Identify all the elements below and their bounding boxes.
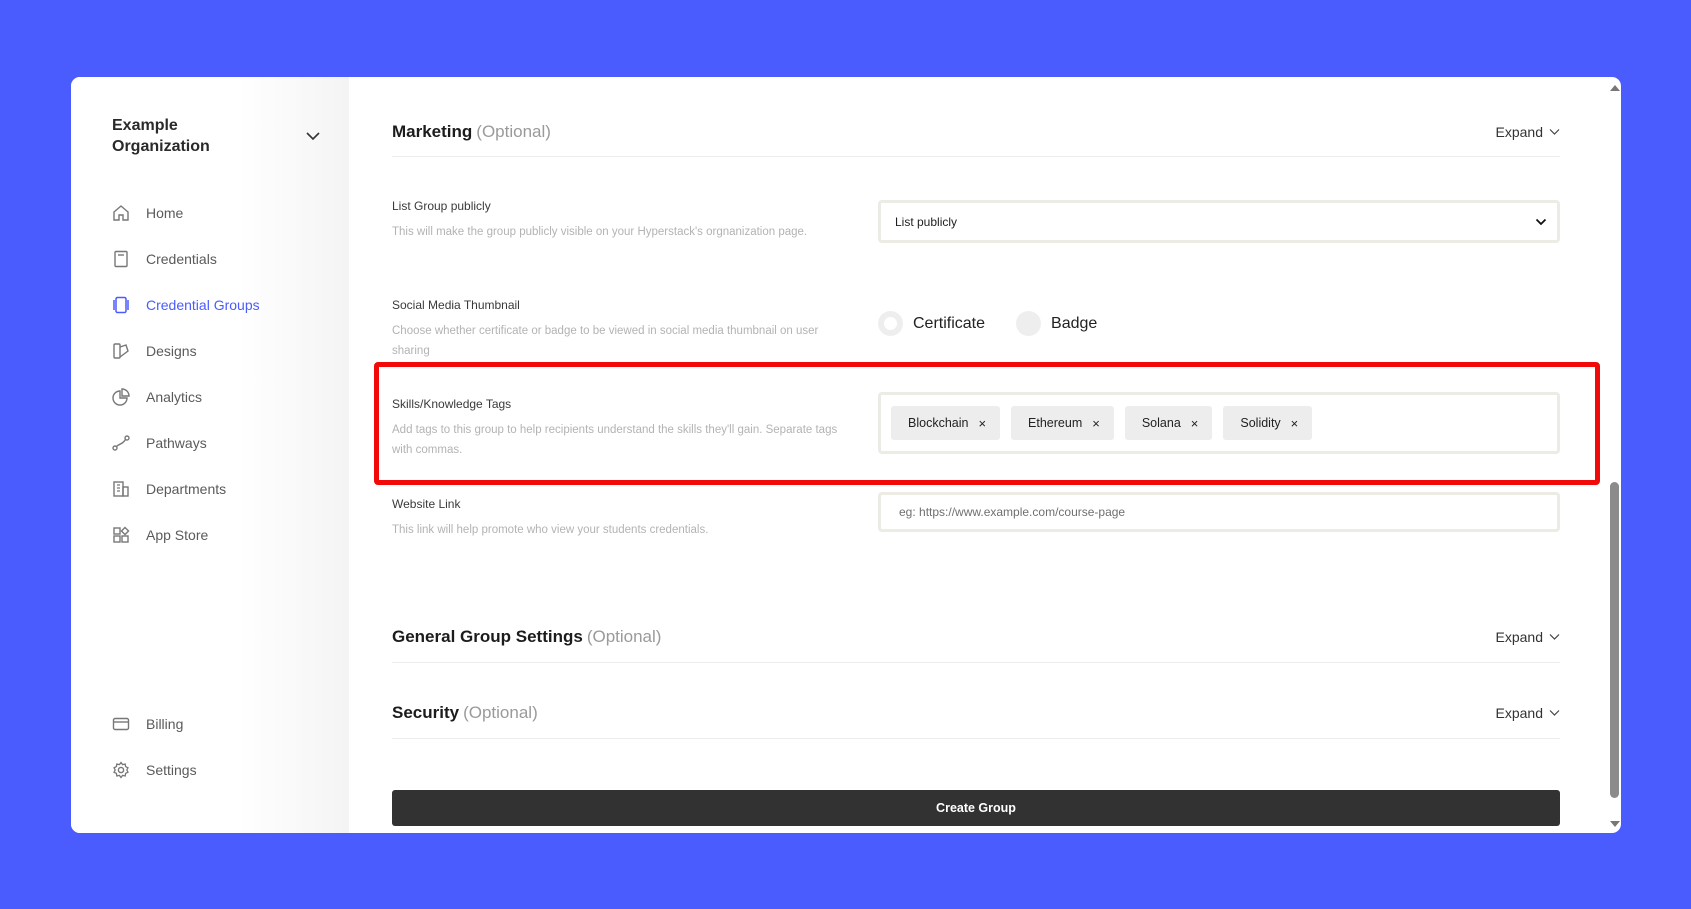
general-expand-button[interactable]: Expand (1496, 629, 1560, 645)
credential-groups-icon (111, 295, 131, 315)
tags-desc: Add tags to this group to help recipient… (392, 424, 838, 456)
sidebar-nav: Home Credentials Credential Groups Desig… (111, 190, 260, 558)
sidebar-item-credential-groups[interactable]: Credential Groups (111, 282, 260, 328)
org-switcher[interactable]: Example Organization (112, 115, 322, 157)
sidebar-item-label: Designs (146, 343, 197, 359)
sidebar-item-label: Billing (146, 716, 184, 732)
security-expand-button[interactable]: Expand (1496, 705, 1560, 721)
sidebar-item-label: Departments (146, 481, 227, 497)
designs-icon (111, 341, 131, 361)
sidebar-item-designs[interactable]: Designs (111, 328, 260, 374)
scroll-thumb[interactable] (1610, 482, 1619, 798)
remove-tag-icon[interactable]: × (1291, 416, 1299, 431)
sidebar-item-label: Home (146, 205, 184, 221)
radio-certificate[interactable]: Certificate (878, 311, 985, 336)
sidebar-item-label: Analytics (146, 389, 203, 405)
chevron-down-icon (306, 132, 320, 141)
sidebar-item-credentials[interactable]: Credentials (111, 236, 260, 282)
home-icon (111, 203, 131, 223)
chevron-down-icon (1549, 633, 1560, 640)
remove-tag-icon[interactable]: × (1092, 416, 1100, 431)
sidebar-bottom-nav: Billing Settings (111, 701, 197, 793)
analytics-icon (111, 387, 131, 407)
pathways-icon (111, 433, 131, 453)
thumbnail-desc: Choose whether certificate or badge to b… (392, 325, 819, 357)
billing-icon (111, 714, 131, 734)
general-title: General Group Settings (Optional) (392, 626, 662, 646)
org-name: Example Organization (112, 117, 210, 155)
sidebar-item-label: Settings (146, 762, 197, 778)
chevron-down-icon (1549, 709, 1560, 716)
marketing-expand-button[interactable]: Expand (1496, 124, 1560, 140)
sidebar-item-analytics[interactable]: Analytics (111, 374, 260, 420)
sidebar-item-label: Credentials (146, 251, 217, 267)
scrollbar[interactable] (1607, 77, 1621, 833)
website-desc: This link will help promote who view you… (392, 524, 709, 536)
sidebar-item-app-store[interactable]: App Store (111, 512, 260, 558)
sidebar-item-pathways[interactable]: Pathways (111, 420, 260, 466)
tag-chip: Solana × (1124, 406, 1213, 440)
create-group-button[interactable]: Create Group (392, 790, 1560, 826)
scroll-up-icon[interactable] (1610, 85, 1620, 91)
tag-chip: Ethereum × (1011, 406, 1114, 440)
departments-icon (111, 479, 131, 499)
sidebar-item-label: Pathways (146, 435, 207, 451)
radio-dot (878, 311, 903, 336)
security-title: Security (Optional) (392, 702, 538, 722)
marketing-section-header[interactable]: Marketing (Optional) Expand (392, 107, 1560, 157)
list-publicly-value: List publicly (895, 214, 958, 229)
sidebar-item-label: Credential Groups (146, 297, 260, 313)
app-store-icon (111, 525, 131, 545)
marketing-title: Marketing (Optional) (392, 121, 551, 141)
sidebar-item-departments[interactable]: Departments (111, 466, 260, 512)
main-content: Marketing (Optional) Expand List Group pu… (349, 77, 1621, 833)
remove-tag-icon[interactable]: × (1191, 416, 1199, 431)
tag-chip: Blockchain × (891, 406, 1001, 440)
list-publicly-desc: This will make the group publicly visibl… (392, 226, 808, 238)
tag-chip: Solidity × (1223, 406, 1313, 440)
radio-badge[interactable]: Badge (1016, 311, 1097, 336)
scroll-down-icon[interactable] (1610, 821, 1620, 827)
thumbnail-radio-group: Certificate Badge (878, 311, 1128, 336)
list-publicly-select[interactable]: List publicly (878, 200, 1560, 243)
tags-row: Skills/Knowledge Tags Add tags to this g… (392, 392, 1560, 460)
sidebar-item-billing[interactable]: Billing (111, 701, 197, 747)
thumbnail-row: Social Media Thumbnail Choose whether ce… (392, 298, 1560, 361)
chevron-down-icon (1535, 218, 1547, 225)
thumbnail-label: Social Media Thumbnail (392, 298, 520, 312)
remove-tag-icon[interactable]: × (978, 416, 986, 431)
website-input[interactable] (878, 492, 1560, 532)
sidebar: Example Organization Home Credentials Cr… (71, 77, 349, 833)
chevron-down-icon (1549, 128, 1560, 135)
app-window: Example Organization Home Credentials Cr… (71, 77, 1621, 833)
security-section-header[interactable]: Security (Optional) Expand (392, 687, 1560, 739)
general-section-header[interactable]: General Group Settings (Optional) Expand (392, 611, 1560, 663)
tags-input[interactable]: Blockchain × Ethereum × Solana × Solidit… (878, 392, 1560, 454)
sidebar-item-label: App Store (146, 527, 209, 543)
list-publicly-row: List Group publicly This will make the g… (392, 199, 1560, 243)
radio-dot (1016, 311, 1042, 336)
sidebar-item-settings[interactable]: Settings (111, 747, 197, 793)
website-row: Website Link This link will help promote… (392, 492, 1560, 540)
sidebar-item-home[interactable]: Home (111, 190, 260, 236)
gear-icon (111, 760, 131, 780)
credential-icon (111, 249, 131, 269)
